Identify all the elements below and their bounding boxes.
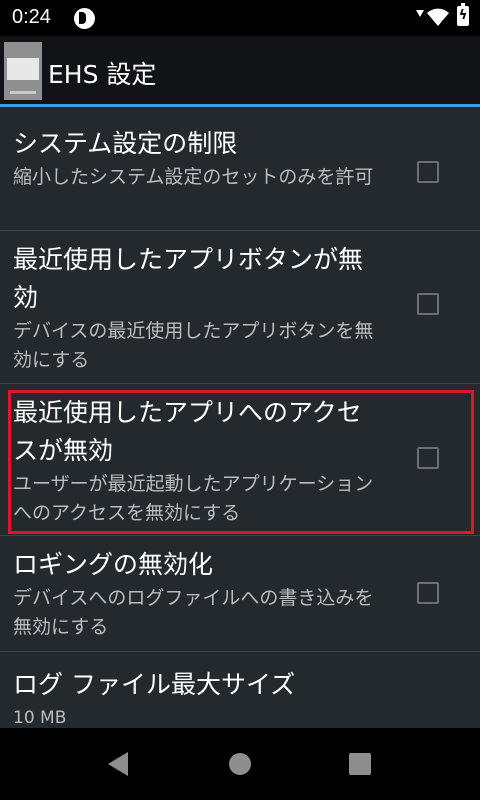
- back-icon[interactable]: [108, 752, 128, 776]
- setting-summary: デバイスへのログファイルへの書き込みを無効にする: [13, 587, 374, 638]
- setting-checkbox[interactable]: [417, 161, 439, 183]
- page-title: EHS 設定: [48, 60, 157, 89]
- setting-title: ログ ファイル最大サイズ: [13, 670, 296, 699]
- setting-item-system-restriction[interactable]: システム設定の制限 縮小したシステム設定のセットのみを許可: [0, 118, 480, 231]
- signal-level: 5: [441, 19, 446, 28]
- action-bar: EHS 設定: [0, 36, 480, 104]
- setting-item-recent-apps-button[interactable]: 最近使用したアプリボタンが無効 デバイスの最近使用したアプリボタンを無効にする: [0, 231, 480, 384]
- setting-summary: デバイスの最近使用したアプリボタンを無効にする: [13, 320, 374, 371]
- wifi-icon: 5: [427, 8, 449, 28]
- setting-summary: 縮小したシステム設定のセットのみを許可: [13, 166, 374, 188]
- home-icon[interactable]: [229, 753, 251, 775]
- setting-checkbox[interactable]: [417, 582, 439, 604]
- status-time: 0:24: [12, 6, 51, 28]
- settings-list[interactable]: システム設定の制限 縮小したシステム設定のセットのみを許可 最近使用したアプリボ…: [0, 107, 480, 728]
- notification-app-icon: [74, 8, 95, 29]
- setting-title: ロギングの無効化: [13, 550, 214, 579]
- recent-apps-icon[interactable]: [349, 753, 371, 775]
- setting-title: システム設定の制限: [13, 129, 238, 158]
- setting-item-disable-logging[interactable]: ロギングの無効化 デバイスへのログファイルへの書き込みを無効にする: [0, 536, 480, 652]
- signal-arrow-icon: [416, 10, 424, 17]
- setting-summary: 10 MB: [13, 708, 67, 728]
- highlight-box: [8, 390, 474, 534]
- status-bar: 0:24 5 ϟ: [0, 0, 480, 36]
- battery-icon: ϟ: [457, 3, 469, 26]
- navigation-bar: [0, 728, 480, 800]
- setting-title: 最近使用したアプリボタンが無効: [13, 245, 364, 312]
- app-icon[interactable]: [4, 42, 42, 100]
- setting-item-log-max-size[interactable]: ログ ファイル最大サイズ 10 MB: [0, 652, 480, 728]
- setting-checkbox[interactable]: [417, 293, 439, 315]
